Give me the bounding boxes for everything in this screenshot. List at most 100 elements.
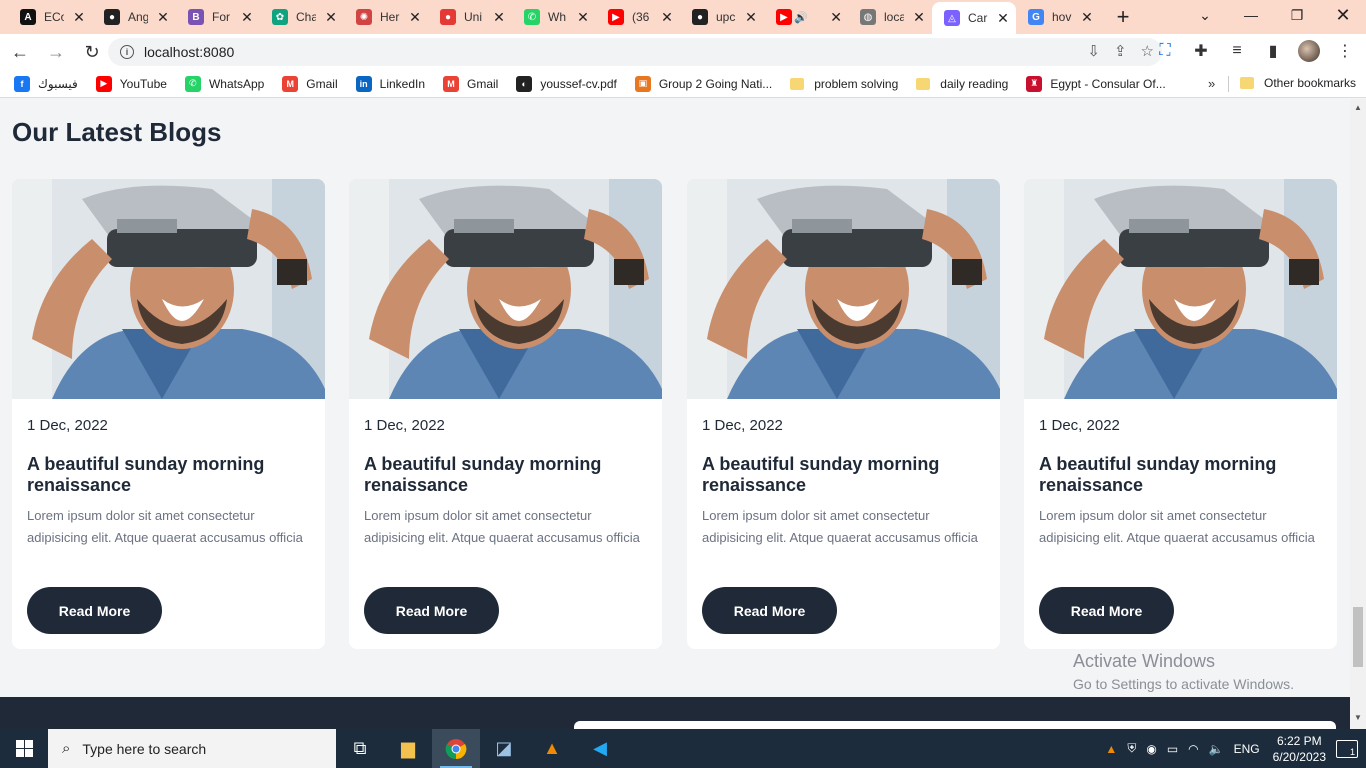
close-tab-icon[interactable]: ✕: [324, 9, 338, 26]
browser-tab[interactable]: ✆ Wh ✕: [512, 2, 596, 32]
bookmark-item[interactable]: problem solving: [790, 77, 898, 91]
blog-title: A beautiful sunday morning renaissance: [364, 454, 602, 495]
chrome-icon[interactable]: [432, 729, 480, 768]
toolbar-right: ⛶ ✚ ≡ ▮ ⋮: [1154, 40, 1356, 62]
bookmark-item[interactable]: M Gmail: [282, 75, 338, 92]
read-more-button[interactable]: Read More: [702, 587, 837, 634]
media-control-icon[interactable]: ≡: [1226, 40, 1248, 62]
windows-logo-icon: [15, 740, 33, 757]
wifi-icon[interactable]: ◠: [1188, 742, 1198, 756]
side-panel-icon[interactable]: ▮: [1262, 40, 1284, 62]
camera-icon[interactable]: ◉: [1146, 742, 1156, 756]
browser-tab[interactable]: Ghov ✕: [1016, 2, 1100, 32]
tab-title: Wh: [548, 10, 566, 24]
folder-icon: [916, 77, 931, 90]
close-tab-icon[interactable]: ✕: [996, 10, 1010, 27]
close-tab-icon[interactable]: ✕: [156, 9, 170, 26]
reload-icon[interactable]: ↻: [76, 36, 108, 68]
close-tab-icon[interactable]: ✕: [912, 9, 926, 26]
close-window-button[interactable]: ✕: [1320, 0, 1366, 30]
other-bookmarks-folder[interactable]: Other bookmarks: [1240, 76, 1356, 90]
address-bar[interactable]: i localhost:8080 ⇩ ⇪ ☆: [108, 38, 1162, 66]
read-more-button[interactable]: Read More: [1039, 587, 1174, 634]
blog-date: 1 Dec, 2022: [27, 417, 108, 434]
close-tab-icon[interactable]: ✕: [72, 9, 86, 26]
browser-tab[interactable]: ● Uni ✕: [428, 2, 512, 32]
more-bookmarks-button[interactable]: »: [1208, 76, 1215, 91]
restore-button[interactable]: ❐: [1274, 0, 1320, 30]
browser-tab[interactable]: ✿ Cha ✕: [260, 2, 344, 32]
bookmark-item[interactable]: f فيسبوك: [14, 75, 78, 92]
bookmark-item[interactable]: daily reading: [916, 77, 1008, 91]
notepad-icon[interactable]: ◪: [480, 729, 528, 768]
browser-tab[interactable]: ◬ Car ✕: [932, 2, 1016, 34]
browser-tab[interactable]: B For ✕: [176, 2, 260, 32]
bookmark-item[interactable]: ◐ youssef-cv.pdf: [516, 75, 617, 92]
lens-icon[interactable]: ⛶: [1154, 40, 1176, 62]
bookmark-item[interactable]: M Gmail: [443, 75, 499, 92]
start-button[interactable]: [0, 729, 48, 768]
bookmark-item[interactable]: ▶ YouTube: [95, 75, 167, 92]
bookmark-item[interactable]: in LinkedIn: [355, 75, 425, 92]
browser-tab[interactable]: A ECo ✕: [8, 2, 92, 32]
close-tab-icon[interactable]: ✕: [830, 9, 842, 26]
bookmark-item[interactable]: ♜ Egypt - Consular Of...: [1026, 75, 1166, 92]
language-indicator[interactable]: ENG: [1234, 742, 1260, 756]
bookmark-label: YouTube: [119, 76, 167, 91]
speaker-icon[interactable]: 🔊: [794, 11, 808, 24]
bookmark-item[interactable]: ▣ Group 2 Going Nati...: [634, 75, 772, 92]
forward-icon[interactable]: →: [40, 36, 72, 68]
close-tab-icon[interactable]: ✕: [1080, 9, 1094, 26]
browser-tab[interactable]: ✺ Her ✕: [344, 2, 428, 32]
browser-tab[interactable]: ▶ (36 ✕: [596, 2, 680, 32]
blog-card: 1 Dec, 2022 A beautiful sunday morning r…: [12, 179, 325, 649]
browser-tab[interactable]: ● upc ✕: [680, 2, 764, 32]
site-info-icon[interactable]: i: [120, 45, 134, 59]
notification-icon[interactable]: 1: [1336, 739, 1358, 758]
scroll-thumb[interactable]: [1353, 607, 1363, 667]
browser-tab[interactable]: ▶ 🔊 ✕: [764, 2, 848, 32]
vlc-tray-icon[interactable]: ▲: [1105, 742, 1117, 756]
task-view-icon[interactable]: ⧉: [336, 729, 384, 768]
read-more-button[interactable]: Read More: [364, 587, 499, 634]
bookmark-star-icon[interactable]: ☆: [1141, 42, 1154, 60]
close-tab-icon[interactable]: ✕: [660, 9, 674, 26]
close-tab-icon[interactable]: ✕: [408, 9, 422, 26]
close-tab-icon[interactable]: ✕: [576, 9, 590, 26]
clock[interactable]: 6:22 PM 6/20/2023: [1273, 733, 1326, 765]
menu-icon[interactable]: ⋮: [1334, 40, 1356, 62]
chatgpt-icon: ✿: [272, 9, 288, 25]
bookmark-label: Gmail: [306, 76, 338, 91]
tab-title: ECo: [44, 10, 64, 24]
volume-icon[interactable]: 🔈: [1209, 742, 1224, 756]
back-icon[interactable]: ←: [4, 36, 36, 68]
tab-title: hov: [1052, 10, 1072, 24]
scroll-down-icon[interactable]: ▼: [1354, 713, 1362, 722]
scroll-up-icon[interactable]: ▲: [1354, 103, 1362, 112]
bookmark-item[interactable]: ✆ WhatsApp: [184, 75, 264, 92]
briefcase-icon: ▣: [634, 75, 651, 92]
share-icon[interactable]: ⇪: [1114, 42, 1127, 60]
vr-headset-photo: [687, 179, 1000, 399]
vscode-icon[interactable]: ◀: [576, 729, 624, 768]
security-icon[interactable]: ⛨: [1127, 741, 1136, 756]
browser-tab[interactable]: ● Ang ✕: [92, 2, 176, 32]
close-tab-icon[interactable]: ✕: [240, 9, 254, 26]
battery-icon[interactable]: ▭: [1167, 742, 1178, 756]
install-app-icon[interactable]: ⇩: [1087, 42, 1100, 60]
file-explorer-icon[interactable]: ▆: [384, 729, 432, 768]
minimize-button[interactable]: —: [1228, 0, 1274, 30]
extensions-icon[interactable]: ✚: [1190, 40, 1212, 62]
taskbar-search[interactable]: ⌕ Type here to search: [48, 729, 336, 768]
bookmark-label: Gmail: [467, 76, 499, 91]
close-tab-icon[interactable]: ✕: [744, 9, 758, 26]
vertical-scrollbar[interactable]: ▲ ▼: [1350, 99, 1366, 729]
browser-tab[interactable]: ◍ loca ✕: [848, 2, 932, 32]
egypt-flag-icon: ♜: [1026, 75, 1043, 92]
read-more-button[interactable]: Read More: [27, 587, 162, 634]
profile-avatar[interactable]: [1298, 40, 1320, 62]
tab-search-icon[interactable]: ⌄: [1182, 0, 1228, 30]
new-tab-button[interactable]: +: [1108, 2, 1138, 32]
close-tab-icon[interactable]: ✕: [492, 9, 506, 26]
vlc-icon[interactable]: ▲: [528, 729, 576, 768]
